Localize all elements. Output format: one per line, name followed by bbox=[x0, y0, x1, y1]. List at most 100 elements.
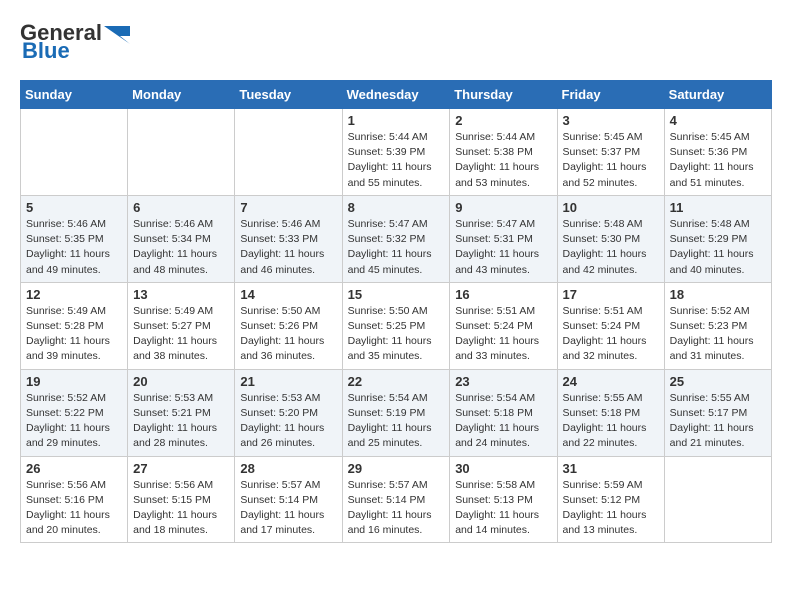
weekday-header: Saturday bbox=[664, 81, 771, 109]
day-info: Sunrise: 5:49 AMSunset: 5:27 PMDaylight:… bbox=[133, 304, 229, 365]
calendar-header-row: SundayMondayTuesdayWednesdayThursdayFrid… bbox=[21, 81, 772, 109]
weekday-header: Sunday bbox=[21, 81, 128, 109]
calendar-cell: 2 Sunrise: 5:44 AMSunset: 5:38 PMDaylight… bbox=[450, 109, 557, 196]
day-number: 5 bbox=[26, 200, 122, 215]
day-number: 2 bbox=[455, 113, 551, 128]
calendar-cell: 13 Sunrise: 5:49 AMSunset: 5:27 PMDayligh… bbox=[128, 282, 235, 369]
day-number: 17 bbox=[563, 287, 659, 302]
calendar-cell: 3 Sunrise: 5:45 AMSunset: 5:37 PMDaylight… bbox=[557, 109, 664, 196]
calendar-week-row: 5 Sunrise: 5:46 AMSunset: 5:35 PMDaylight… bbox=[21, 195, 772, 282]
day-info: Sunrise: 5:52 AMSunset: 5:22 PMDaylight:… bbox=[26, 391, 122, 452]
day-number: 10 bbox=[563, 200, 659, 215]
calendar-cell: 14 Sunrise: 5:50 AMSunset: 5:26 PMDayligh… bbox=[235, 282, 342, 369]
day-info: Sunrise: 5:55 AMSunset: 5:18 PMDaylight:… bbox=[563, 391, 659, 452]
page-header: General Blue bbox=[20, 20, 772, 64]
day-number: 8 bbox=[348, 200, 445, 215]
calendar-cell: 27Sunrise: 5:56 AMSunset: 5:15 PMDayligh… bbox=[128, 456, 235, 543]
day-info: Sunrise: 5:57 AMSunset: 5:14 PMDaylight:… bbox=[348, 478, 445, 539]
day-info: Sunrise: 5:48 AMSunset: 5:29 PMDaylight:… bbox=[670, 217, 766, 278]
day-number: 3 bbox=[563, 113, 659, 128]
calendar-cell: 19 Sunrise: 5:52 AMSunset: 5:22 PMDayligh… bbox=[21, 369, 128, 456]
calendar-cell bbox=[235, 109, 342, 196]
calendar-cell: 24 Sunrise: 5:55 AMSunset: 5:18 PMDayligh… bbox=[557, 369, 664, 456]
calendar-cell: 9Sunrise: 5:47 AMSunset: 5:31 PMDaylight… bbox=[450, 195, 557, 282]
day-info: Sunrise: 5:46 AMSunset: 5:35 PMDaylight:… bbox=[26, 217, 122, 278]
day-info: Sunrise: 5:56 AMSunset: 5:16 PMDaylight:… bbox=[26, 478, 122, 539]
calendar-cell: 11 Sunrise: 5:48 AMSunset: 5:29 PMDayligh… bbox=[664, 195, 771, 282]
day-info: Sunrise: 5:56 AMSunset: 5:15 PMDaylight:… bbox=[133, 478, 229, 539]
calendar-cell: 4Sunrise: 5:45 AMSunset: 5:36 PMDaylight… bbox=[664, 109, 771, 196]
calendar-cell: 30 Sunrise: 5:58 AMSunset: 5:13 PMDayligh… bbox=[450, 456, 557, 543]
calendar-week-row: 12 Sunrise: 5:49 AMSunset: 5:28 PMDayligh… bbox=[21, 282, 772, 369]
day-number: 23 bbox=[455, 374, 551, 389]
day-number: 28 bbox=[240, 461, 336, 476]
day-info: Sunrise: 5:50 AMSunset: 5:26 PMDaylight:… bbox=[240, 304, 336, 365]
calendar-cell: 1 Sunrise: 5:44 AMSunset: 5:39 PMDaylight… bbox=[342, 109, 450, 196]
day-info: Sunrise: 5:57 AMSunset: 5:14 PMDaylight:… bbox=[240, 478, 336, 539]
day-number: 6 bbox=[133, 200, 229, 215]
day-number: 7 bbox=[240, 200, 336, 215]
weekday-header: Monday bbox=[128, 81, 235, 109]
day-number: 25 bbox=[670, 374, 766, 389]
day-info: Sunrise: 5:50 AMSunset: 5:25 PMDaylight:… bbox=[348, 304, 445, 365]
weekday-header: Friday bbox=[557, 81, 664, 109]
calendar-cell: 15 Sunrise: 5:50 AMSunset: 5:25 PMDayligh… bbox=[342, 282, 450, 369]
calendar-cell: 17 Sunrise: 5:51 AMSunset: 5:24 PMDayligh… bbox=[557, 282, 664, 369]
weekday-header: Tuesday bbox=[235, 81, 342, 109]
day-info: Sunrise: 5:58 AMSunset: 5:13 PMDaylight:… bbox=[455, 478, 551, 539]
day-number: 15 bbox=[348, 287, 445, 302]
calendar-cell: 12 Sunrise: 5:49 AMSunset: 5:28 PMDayligh… bbox=[21, 282, 128, 369]
calendar-cell: 28 Sunrise: 5:57 AMSunset: 5:14 PMDayligh… bbox=[235, 456, 342, 543]
day-info: Sunrise: 5:47 AMSunset: 5:32 PMDaylight:… bbox=[348, 217, 445, 278]
calendar-cell: 26 Sunrise: 5:56 AMSunset: 5:16 PMDayligh… bbox=[21, 456, 128, 543]
day-info: Sunrise: 5:46 AMSunset: 5:33 PMDaylight:… bbox=[240, 217, 336, 278]
calendar-cell: 7 Sunrise: 5:46 AMSunset: 5:33 PMDaylight… bbox=[235, 195, 342, 282]
day-info: Sunrise: 5:59 AMSunset: 5:12 PMDaylight:… bbox=[563, 478, 659, 539]
day-info: Sunrise: 5:51 AMSunset: 5:24 PMDaylight:… bbox=[455, 304, 551, 365]
calendar-cell bbox=[128, 109, 235, 196]
day-number: 26 bbox=[26, 461, 122, 476]
day-info: Sunrise: 5:53 AMSunset: 5:20 PMDaylight:… bbox=[240, 391, 336, 452]
logo-arrow-icon bbox=[102, 22, 132, 44]
calendar-week-row: 19 Sunrise: 5:52 AMSunset: 5:22 PMDayligh… bbox=[21, 369, 772, 456]
day-number: 1 bbox=[348, 113, 445, 128]
calendar-cell: 23 Sunrise: 5:54 AMSunset: 5:18 PMDayligh… bbox=[450, 369, 557, 456]
day-info: Sunrise: 5:44 AMSunset: 5:39 PMDaylight:… bbox=[348, 130, 445, 191]
day-info: Sunrise: 5:55 AMSunset: 5:17 PMDaylight:… bbox=[670, 391, 766, 452]
calendar-cell bbox=[21, 109, 128, 196]
calendar-cell: 16Sunrise: 5:51 AMSunset: 5:24 PMDayligh… bbox=[450, 282, 557, 369]
logo-blue: Blue bbox=[22, 38, 70, 64]
day-number: 20 bbox=[133, 374, 229, 389]
day-info: Sunrise: 5:49 AMSunset: 5:28 PMDaylight:… bbox=[26, 304, 122, 365]
weekday-header: Thursday bbox=[450, 81, 557, 109]
calendar-cell: 10Sunrise: 5:48 AMSunset: 5:30 PMDayligh… bbox=[557, 195, 664, 282]
calendar-cell: 31Sunrise: 5:59 AMSunset: 5:12 PMDayligh… bbox=[557, 456, 664, 543]
day-number: 29 bbox=[348, 461, 445, 476]
calendar-cell: 6Sunrise: 5:46 AMSunset: 5:34 PMDaylight… bbox=[128, 195, 235, 282]
day-info: Sunrise: 5:45 AMSunset: 5:37 PMDaylight:… bbox=[563, 130, 659, 191]
day-number: 9 bbox=[455, 200, 551, 215]
day-info: Sunrise: 5:44 AMSunset: 5:38 PMDaylight:… bbox=[455, 130, 551, 191]
day-number: 30 bbox=[455, 461, 551, 476]
day-number: 18 bbox=[670, 287, 766, 302]
day-info: Sunrise: 5:54 AMSunset: 5:19 PMDaylight:… bbox=[348, 391, 445, 452]
day-number: 12 bbox=[26, 287, 122, 302]
calendar-week-row: 1 Sunrise: 5:44 AMSunset: 5:39 PMDaylight… bbox=[21, 109, 772, 196]
day-number: 13 bbox=[133, 287, 229, 302]
day-number: 14 bbox=[240, 287, 336, 302]
logo: General Blue bbox=[20, 20, 132, 64]
calendar-cell bbox=[664, 456, 771, 543]
calendar-cell: 20 Sunrise: 5:53 AMSunset: 5:21 PMDayligh… bbox=[128, 369, 235, 456]
calendar-cell: 5 Sunrise: 5:46 AMSunset: 5:35 PMDaylight… bbox=[21, 195, 128, 282]
day-info: Sunrise: 5:53 AMSunset: 5:21 PMDaylight:… bbox=[133, 391, 229, 452]
calendar-cell: 29 Sunrise: 5:57 AMSunset: 5:14 PMDayligh… bbox=[342, 456, 450, 543]
day-number: 24 bbox=[563, 374, 659, 389]
day-info: Sunrise: 5:51 AMSunset: 5:24 PMDaylight:… bbox=[563, 304, 659, 365]
calendar-cell: 25 Sunrise: 5:55 AMSunset: 5:17 PMDayligh… bbox=[664, 369, 771, 456]
day-number: 11 bbox=[670, 200, 766, 215]
day-number: 4 bbox=[670, 113, 766, 128]
day-info: Sunrise: 5:54 AMSunset: 5:18 PMDaylight:… bbox=[455, 391, 551, 452]
calendar-cell: 18Sunrise: 5:52 AMSunset: 5:23 PMDayligh… bbox=[664, 282, 771, 369]
day-number: 19 bbox=[26, 374, 122, 389]
calendar-cell: 8 Sunrise: 5:47 AMSunset: 5:32 PMDaylight… bbox=[342, 195, 450, 282]
